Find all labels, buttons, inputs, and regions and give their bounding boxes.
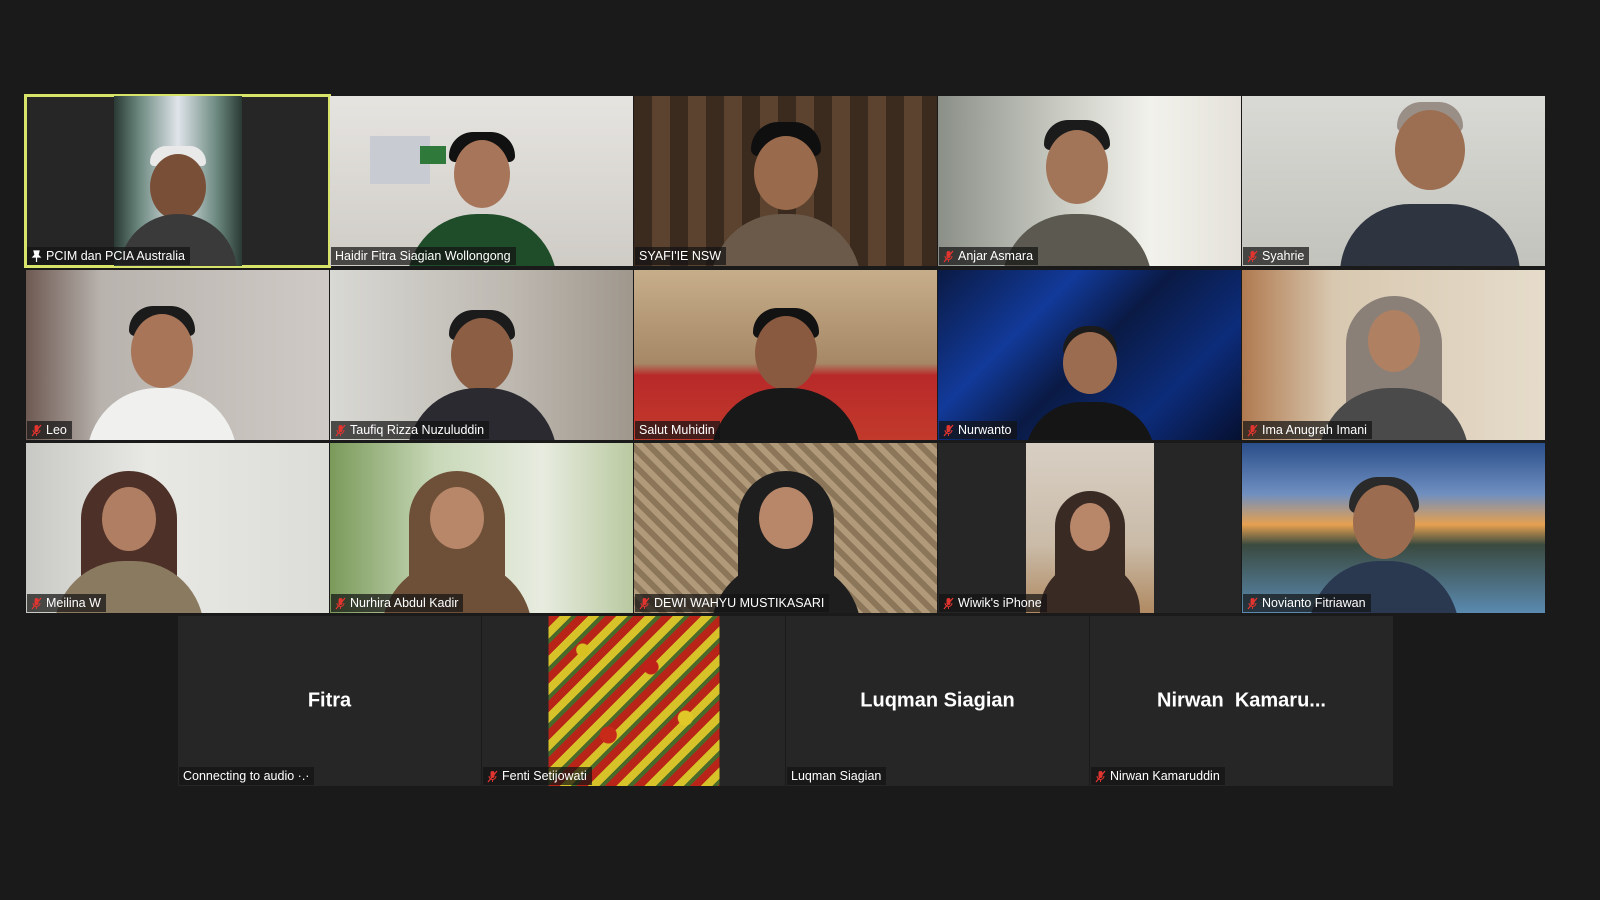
participant-tile-syafiie[interactable]: SYAFI'IE NSW xyxy=(634,96,937,266)
participant-tile-leo[interactable]: Leo xyxy=(26,270,329,440)
participant-video xyxy=(938,96,1241,266)
name-tag: Haidir Fitra Siagian Wollongong xyxy=(331,247,516,265)
mic-muted-icon xyxy=(31,424,42,437)
name-tag: SYAFI'IE NSW xyxy=(635,247,727,265)
participant-tile-nurwanto[interactable]: Nurwanto xyxy=(938,270,1241,440)
participant-video xyxy=(634,270,937,440)
participant-video xyxy=(330,96,633,266)
participant-video xyxy=(26,443,329,613)
name-tag: Nirwan Kamaruddin xyxy=(1091,767,1225,785)
participant-name: Fenti Setijowati xyxy=(502,769,587,783)
mic-muted-icon xyxy=(487,770,498,783)
name-tag: Syahrie xyxy=(1243,247,1310,265)
participant-tile-meilina[interactable]: Meilina W xyxy=(26,443,329,613)
participant-tile-fenti[interactable]: Fenti Setijowati xyxy=(482,616,785,786)
name-tag: Nurwanto xyxy=(939,421,1017,439)
pin-icon xyxy=(31,249,42,263)
participant-name: PCIM dan PCIA Australia xyxy=(46,249,185,263)
participant-tile-salut[interactable]: Salut Muhidin xyxy=(634,270,937,440)
participant-name: DEWI WAHYU MUSTIKASARI xyxy=(654,596,825,610)
participant-name: Ima Anugrah Imani xyxy=(1262,423,1367,437)
participant-video xyxy=(938,270,1241,440)
participant-tile-wiwik[interactable]: Wiwik's iPhone xyxy=(938,443,1241,613)
participant-name: Taufiq Rizza Nuzuluddin xyxy=(350,423,485,437)
name-tag: Fenti Setijowati xyxy=(483,767,592,785)
name-tag: Connecting to audio ·.· xyxy=(179,767,315,785)
participant-tile-nurhira[interactable]: Nurhira Abdul Kadir xyxy=(330,443,633,613)
name-tag: Meilina W xyxy=(27,594,106,612)
participant-name: Luqman Siagian xyxy=(791,769,882,783)
mic-muted-icon xyxy=(31,597,42,610)
participant-name: Nirwan Kamaruddin xyxy=(1110,769,1220,783)
participant-video xyxy=(330,270,633,440)
name-tag: Luqman Siagian xyxy=(787,767,887,785)
mic-muted-icon xyxy=(335,597,346,610)
name-tag: Ima Anugrah Imani xyxy=(1243,421,1372,439)
participant-name: Anjar Asmara xyxy=(958,249,1034,263)
participant-video xyxy=(330,443,633,613)
participant-tile-haidir[interactable]: Haidir Fitra Siagian Wollongong xyxy=(330,96,633,266)
participant-tile-novianto[interactable]: Novianto Fitriawan xyxy=(1242,443,1545,613)
mic-muted-icon xyxy=(335,424,346,437)
participant-name: Syahrie xyxy=(1262,249,1305,263)
name-tag: Salut Muhidin xyxy=(635,421,720,439)
mic-muted-icon xyxy=(1247,597,1258,610)
participant-name: Wiwik's iPhone xyxy=(958,596,1042,610)
participant-display-name: Nirwan Kamaru... xyxy=(1157,689,1326,712)
participant-tile-luqman[interactable]: Luqman Siagian Luqman Siagian xyxy=(786,616,1089,786)
name-tag: Nurhira Abdul Kadir xyxy=(331,594,464,612)
name-tag: Wiwik's iPhone xyxy=(939,594,1047,612)
participant-name: Haidir Fitra Siagian Wollongong xyxy=(335,249,511,263)
participant-tile-pcim[interactable]: PCIM dan PCIA Australia xyxy=(24,94,331,268)
participant-name: SYAFI'IE NSW xyxy=(639,249,722,263)
participant-video xyxy=(634,96,937,266)
participant-video xyxy=(1025,443,1154,613)
mic-muted-icon xyxy=(943,597,954,610)
participant-video xyxy=(26,270,329,440)
participant-video xyxy=(634,443,937,613)
participant-tile-syahrie[interactable]: Syahrie xyxy=(1242,96,1545,266)
participant-tile-taufiq[interactable]: Taufiq Rizza Nuzuluddin xyxy=(330,270,633,440)
participant-tile-anjar[interactable]: Anjar Asmara xyxy=(938,96,1241,266)
participant-display-name: Fitra xyxy=(307,689,352,712)
mic-muted-icon xyxy=(1095,770,1106,783)
mic-muted-icon xyxy=(943,424,954,437)
participant-display-name: Luqman Siagian xyxy=(860,689,1015,712)
mic-muted-icon xyxy=(943,250,954,263)
participant-video xyxy=(113,96,242,266)
participant-video xyxy=(1242,270,1545,440)
gallery-view: PCIM dan PCIA Australia Haidir Fitra Sia… xyxy=(0,0,1600,900)
name-tag: Taufiq Rizza Nuzuluddin xyxy=(331,421,490,439)
participant-name: Salut Muhidin xyxy=(639,423,715,437)
participant-tile-ima[interactable]: Ima Anugrah Imani xyxy=(1242,270,1545,440)
name-tag: DEWI WAHYU MUSTIKASARI xyxy=(635,594,830,612)
participant-name: Leo xyxy=(46,423,67,437)
name-tag: Novianto Fitriawan xyxy=(1243,594,1371,612)
participant-status: Connecting to audio ·.· xyxy=(183,769,310,783)
mic-muted-icon xyxy=(639,597,650,610)
participant-name: Meilina W xyxy=(46,596,101,610)
participant-tile-nirwan[interactable]: Nirwan Kamaru... Nirwan Kamaruddin xyxy=(1090,616,1393,786)
participant-name: Nurhira Abdul Kadir xyxy=(350,596,459,610)
mic-muted-icon xyxy=(1247,424,1258,437)
participant-video xyxy=(1242,96,1545,266)
mic-muted-icon xyxy=(1247,250,1258,263)
participant-tile-fitra[interactable]: Fitra Connecting to audio ·.· xyxy=(178,616,481,786)
participant-video xyxy=(1242,443,1545,613)
name-tag: Anjar Asmara xyxy=(939,247,1039,265)
name-tag: Leo xyxy=(27,421,72,439)
participant-video xyxy=(548,616,719,786)
participant-tile-dewi[interactable]: DEWI WAHYU MUSTIKASARI xyxy=(634,443,937,613)
participant-name: Nurwanto xyxy=(958,423,1012,437)
name-tag: PCIM dan PCIA Australia xyxy=(27,247,190,265)
participant-name: Novianto Fitriawan xyxy=(1262,596,1366,610)
